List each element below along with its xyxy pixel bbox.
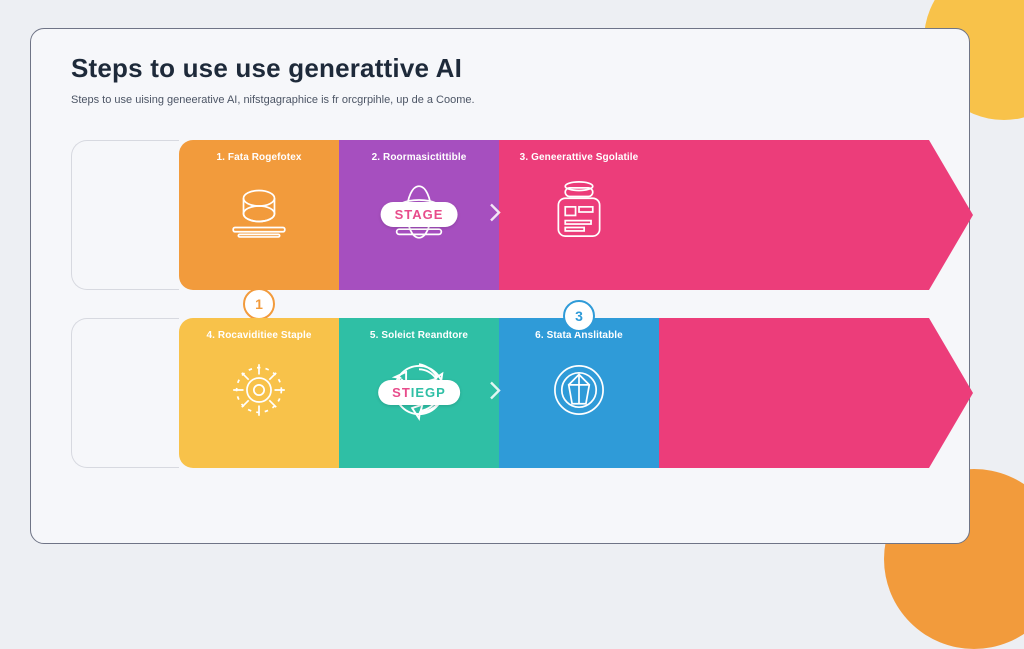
arrow-end-cap	[659, 318, 929, 468]
gear-sun-icon	[216, 347, 302, 433]
row-lead-cap	[71, 140, 179, 290]
flow-container: 1. Fata Rogefotex 1 2. Roormasictittible	[71, 140, 929, 468]
infographic-card: Steps to use use generattive AI Steps to…	[30, 28, 970, 544]
tile-label: 1. Fata Rogefotex	[216, 152, 301, 163]
chevron-right-icon	[483, 201, 507, 230]
tile-label: 3. Geneerattive Sgolatile	[520, 152, 639, 163]
jar-dashboard-icon	[536, 169, 622, 255]
crystal-orb-icon	[536, 347, 622, 433]
tile-label: 4. Rocaviditiee Staple	[206, 330, 311, 341]
circle-number-1: 1	[243, 288, 275, 320]
chevron-right-icon	[483, 379, 507, 408]
row-lead-cap	[71, 318, 179, 468]
tile-label: 5. Soleict Reandtore	[370, 330, 468, 341]
tile-step-5: 5. Soleict Reandtore STIEGP	[339, 318, 499, 468]
tile-step-6: 6. Stata Anslitable 3	[499, 318, 659, 468]
tile-step-2: 2. Roormasictittible STAGE	[339, 140, 499, 290]
page-title: Steps to use use generattive AI	[71, 53, 929, 84]
step-badge: STIEGP	[378, 380, 460, 405]
circle-number-3: 3	[563, 300, 595, 332]
tile-label: 2. Roormasictittible	[372, 152, 467, 163]
flow-row-1: 1. Fata Rogefotex 1 2. Roormasictittible	[71, 140, 929, 290]
tile-step-4: 4. Rocaviditiee Staple	[179, 318, 339, 468]
tile-step-3: 3. Geneerattive Sgolatile	[499, 140, 659, 290]
arrow-end-cap	[659, 140, 929, 290]
page-subtitle: Steps to use uising geneerative AI, nifs…	[71, 94, 929, 106]
tile-step-1: 1. Fata Rogefotex 1	[179, 140, 339, 290]
database-stack-icon	[216, 169, 302, 255]
stage-badge: STAGE	[381, 202, 458, 227]
flow-row-2: 4. Rocaviditiee Staple 5. Soleict Reandt…	[71, 318, 929, 468]
